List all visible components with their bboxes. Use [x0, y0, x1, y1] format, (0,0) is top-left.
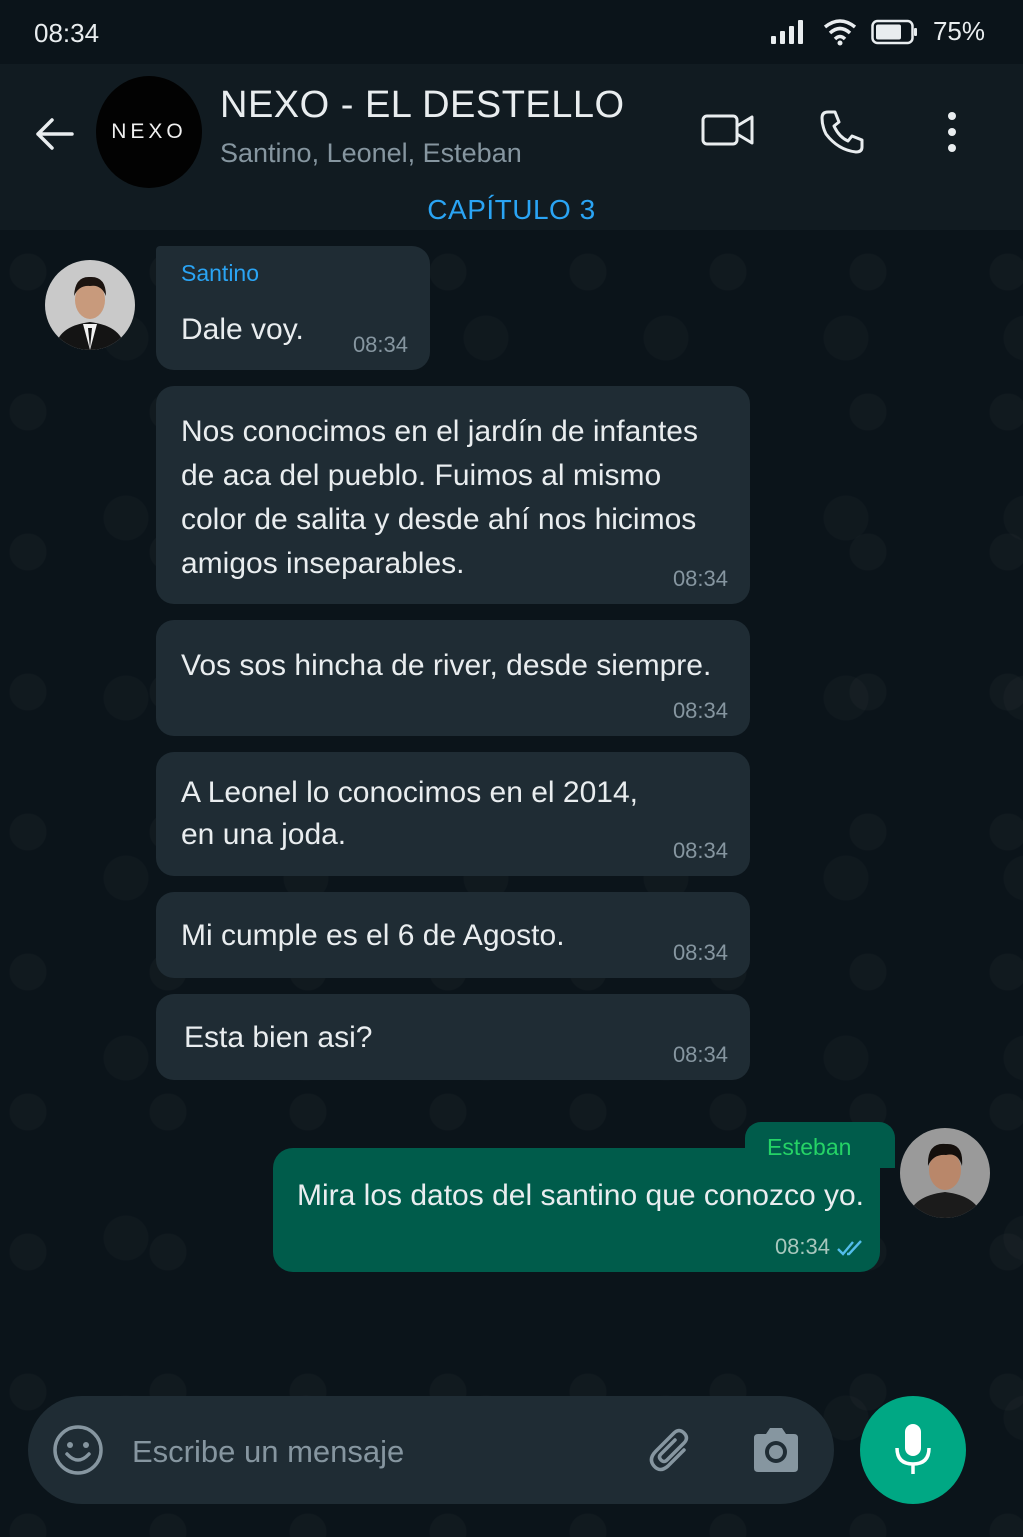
group-title[interactable]: NEXO - EL DESTELLO	[220, 84, 625, 127]
mic-button[interactable]	[860, 1396, 966, 1504]
message-time: 08:34	[672, 698, 728, 723]
message-text: Vos sos hincha de river, desde siempre.	[181, 649, 712, 682]
battery-icon	[871, 19, 917, 44]
camera-icon[interactable]	[750, 1426, 802, 1474]
message-bubble[interactable]: A Leonel lo conocimos en el 2014, en una…	[156, 752, 750, 876]
status-bar: 08:34 75%	[0, 0, 1023, 64]
phone-icon[interactable]	[818, 108, 866, 156]
person-avatar-icon	[45, 260, 135, 350]
chat-area[interactable]: Santino Dale voy. 08:34 Nos conocimos en…	[0, 230, 1023, 1537]
chapter-label: CAPÍTULO 3	[427, 194, 596, 225]
message-bubble[interactable]: Santino Dale voy. 08:34	[156, 246, 430, 370]
message-text: A Leonel lo conocimos en el 2014, en una…	[181, 776, 638, 851]
esteban-avatar[interactable]	[900, 1128, 990, 1218]
message-text: Esta bien asi?	[184, 1021, 373, 1054]
message-input[interactable]: Escribe un mensaje	[132, 1434, 404, 1470]
group-members[interactable]: Santino, Leonel, Esteban	[220, 138, 522, 169]
message-text: Mi cumple es el 6 de Agosto.	[181, 919, 565, 952]
message-input-bar[interactable]: Escribe un mensaje	[28, 1396, 834, 1504]
message-time: 08:34	[352, 332, 408, 357]
message-time: 08:34	[672, 940, 728, 965]
sender-tab: Esteban	[745, 1122, 895, 1168]
attach-icon[interactable]	[646, 1424, 698, 1476]
group-avatar[interactable]: NEXO	[96, 76, 202, 188]
message-time: 08:34	[672, 838, 728, 863]
status-time: 08:34	[34, 18, 100, 48]
more-options-icon[interactable]	[940, 108, 964, 156]
message-sender[interactable]: Esteban	[767, 1132, 851, 1162]
message-bubble[interactable]: Mi cumple es el 6 de Agosto. 08:34	[156, 892, 750, 978]
back-arrow-icon[interactable]	[32, 112, 76, 156]
emoji-icon[interactable]	[52, 1424, 104, 1476]
battery-percent: 75%	[932, 16, 985, 46]
video-call-icon[interactable]	[700, 108, 756, 152]
wifi-icon	[823, 18, 857, 45]
santino-avatar[interactable]	[45, 260, 135, 350]
message-sender[interactable]: Santino	[181, 258, 259, 288]
message-time: 08:34	[672, 566, 728, 591]
status-icons: 75%	[769, 16, 985, 47]
message-time: 08:34	[672, 1042, 728, 1067]
message-bubble[interactable]: Esta bien asi? 08:34	[156, 994, 750, 1080]
chat-header: NEXO NEXO - EL DESTELLO Santino, Leonel,…	[0, 64, 1023, 230]
double-check-icon	[837, 1240, 862, 1256]
message-text: Mira los datos del santino que conozco y…	[297, 1179, 864, 1212]
message-text: Dale voy.	[181, 313, 304, 346]
signal-icon	[770, 19, 803, 44]
message-bubble[interactable]: Vos sos hincha de river, desde siempre. …	[156, 620, 750, 736]
group-avatar-logo: NEXO	[111, 120, 187, 143]
message-time: 08:34	[774, 1234, 830, 1259]
person-avatar-icon	[900, 1128, 990, 1218]
message-bubble[interactable]: Nos conocimos en el jardín de infantes d…	[156, 386, 750, 604]
message-text: Nos conocimos en el jardín de infantes d…	[181, 415, 698, 580]
mic-icon	[895, 1424, 931, 1474]
